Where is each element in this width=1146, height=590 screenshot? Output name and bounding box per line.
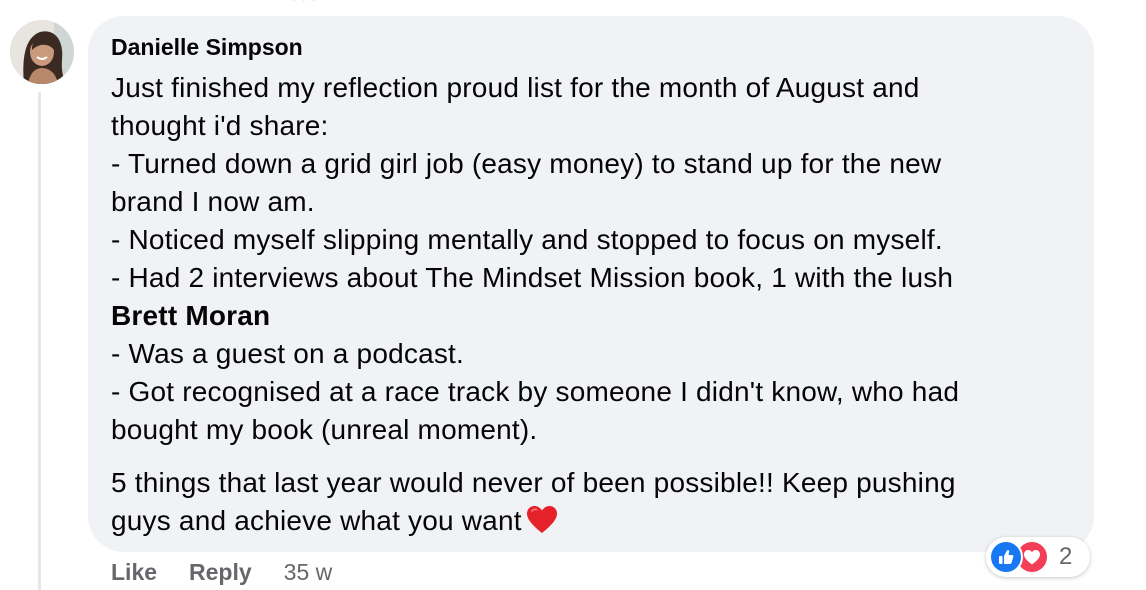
- comment-author[interactable]: Danielle Simpson: [111, 33, 1074, 61]
- comment-line-text: guys and achieve what you want: [111, 505, 522, 536]
- reaction-count: 2: [1059, 543, 1073, 570]
- comment-line: - Turned down a grid girl job (easy mone…: [111, 148, 942, 179]
- like-button[interactable]: Like: [111, 559, 157, 586]
- avatar-image: [10, 20, 74, 84]
- previous-reply-fragment: •••: [290, 0, 350, 4]
- avatar[interactable]: [10, 20, 74, 84]
- comment-thread: ••• Danielle Simpson Just finished my re…: [0, 0, 1146, 590]
- red-heart-emoji: [526, 505, 558, 545]
- comment-line: Just finished my reflection proud list f…: [111, 72, 920, 103]
- mention-link[interactable]: Brett Moran: [111, 297, 1074, 335]
- thread-line: [38, 92, 41, 590]
- comment-line: thought i'd share:: [111, 110, 329, 141]
- comment-line: brand I now am.: [111, 186, 315, 217]
- comment-actions: Like Reply 35 w: [111, 556, 332, 588]
- reaction-summary[interactable]: 2: [986, 537, 1090, 577]
- comment-timestamp[interactable]: 35 w: [284, 559, 333, 586]
- comment-text: Just finished my reflection proud list f…: [111, 69, 1074, 545]
- comment-bubble: Danielle Simpson Just finished my reflec…: [88, 16, 1094, 552]
- like-icon: [989, 540, 1023, 574]
- comment-line-with-emoji: guys and achieve what you want: [111, 502, 1074, 545]
- comment-line: - Noticed myself slipping mentally and s…: [111, 224, 943, 255]
- reply-button[interactable]: Reply: [189, 559, 252, 586]
- comment-line: - Had 2 interviews about The Mindset Mis…: [111, 262, 954, 293]
- comment-line: - Got recognised at a race track by some…: [111, 376, 960, 407]
- comment-line: 5 things that last year would never of b…: [111, 467, 956, 498]
- comment-line: - Was a guest on a podcast.: [111, 338, 464, 369]
- comment-line: bought my book (unreal moment).: [111, 414, 538, 445]
